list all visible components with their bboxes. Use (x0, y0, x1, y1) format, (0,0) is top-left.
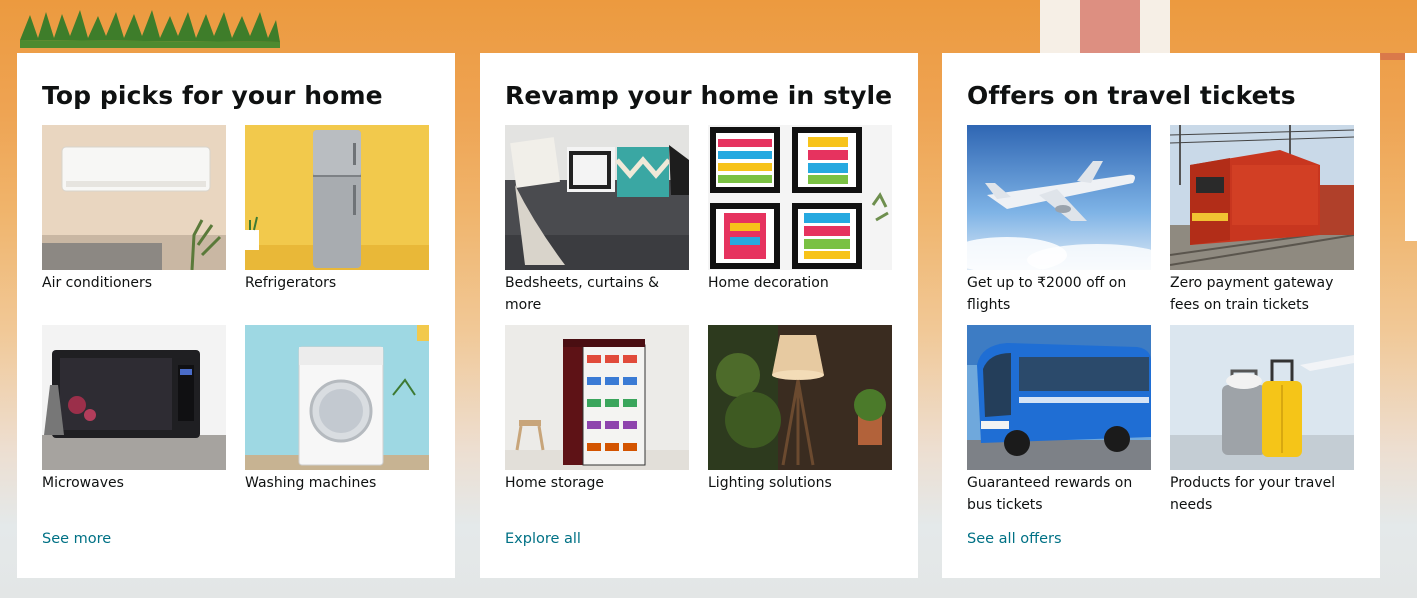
next-card-peek (1405, 53, 1417, 241)
refrigerator-image[interactable] (245, 125, 429, 270)
card-title: Offers on travel tickets (967, 81, 1296, 110)
sofa-cushions-image[interactable] (505, 125, 689, 270)
airplane-image[interactable] (967, 125, 1151, 270)
tile-home-decoration[interactable]: Home decoration (708, 125, 892, 294)
tile-label: Home storage (505, 475, 604, 491)
tile-lighting-solutions[interactable]: Lighting solutions (708, 325, 892, 494)
air-conditioner-image[interactable] (42, 125, 226, 270)
card-title: Revamp your home in style (505, 81, 893, 110)
tile-label: Home decoration (708, 275, 829, 291)
microwave-image[interactable] (42, 325, 226, 470)
tile-flight-offer[interactable]: Get up to ₹2000 off on flights (967, 125, 1151, 316)
tile-train-offer[interactable]: Zero payment gateway fees on train ticke… (1170, 125, 1354, 316)
tile-label: Air conditioners (42, 275, 153, 291)
tile-label: Zero payment gateway fees on train ticke… (1170, 275, 1334, 313)
tile-bus-offer[interactable]: Guaranteed rewards on bus tickets (967, 325, 1151, 516)
tile-label: Washing machines (245, 475, 377, 491)
banner-background (20, 0, 1417, 60)
explore-all-link[interactable]: Explore all (505, 531, 581, 547)
see-more-link[interactable]: See more (42, 531, 111, 547)
tile-air-conditioners[interactable]: Air conditioners (42, 125, 226, 294)
train-image[interactable] (1170, 125, 1354, 270)
bus-image[interactable] (967, 325, 1151, 470)
shoe-rack-image[interactable] (505, 325, 689, 470)
tile-label: Bedsheets, curtains & more (505, 275, 659, 313)
wall-frames-image[interactable] (708, 125, 892, 270)
card-top-picks: Top picks for your home Air conditioners (17, 53, 455, 578)
washing-machine-image[interactable] (245, 325, 429, 470)
see-all-offers-link[interactable]: See all offers (967, 531, 1062, 547)
tile-label: Get up to ₹2000 off on flights (967, 275, 1127, 313)
tile-microwaves[interactable]: Microwaves (42, 325, 226, 494)
tile-travel-products[interactable]: Products for your travel needs (1170, 325, 1354, 516)
card-travel-offers: Offers on travel tickets Get up to ₹2000… (942, 53, 1380, 578)
floor-lamp-image[interactable] (708, 325, 892, 470)
tile-refrigerators[interactable]: Refrigerators (245, 125, 429, 294)
tile-bedsheets-curtains[interactable]: Bedsheets, curtains & more (505, 125, 689, 316)
luggage-image[interactable] (1170, 325, 1354, 470)
card-title: Top picks for your home (42, 81, 383, 110)
tile-label: Microwaves (42, 475, 124, 491)
tile-home-storage[interactable]: Home storage (505, 325, 689, 494)
card-revamp-home: Revamp your home in style Bedsheets, cur… (480, 53, 918, 578)
tile-label: Products for your travel needs (1170, 475, 1336, 513)
tile-label: Lighting solutions (708, 475, 832, 491)
tile-label: Guaranteed rewards on bus tickets (967, 475, 1133, 513)
tile-washing-machines[interactable]: Washing machines (245, 325, 429, 494)
tile-label: Refrigerators (245, 275, 337, 291)
